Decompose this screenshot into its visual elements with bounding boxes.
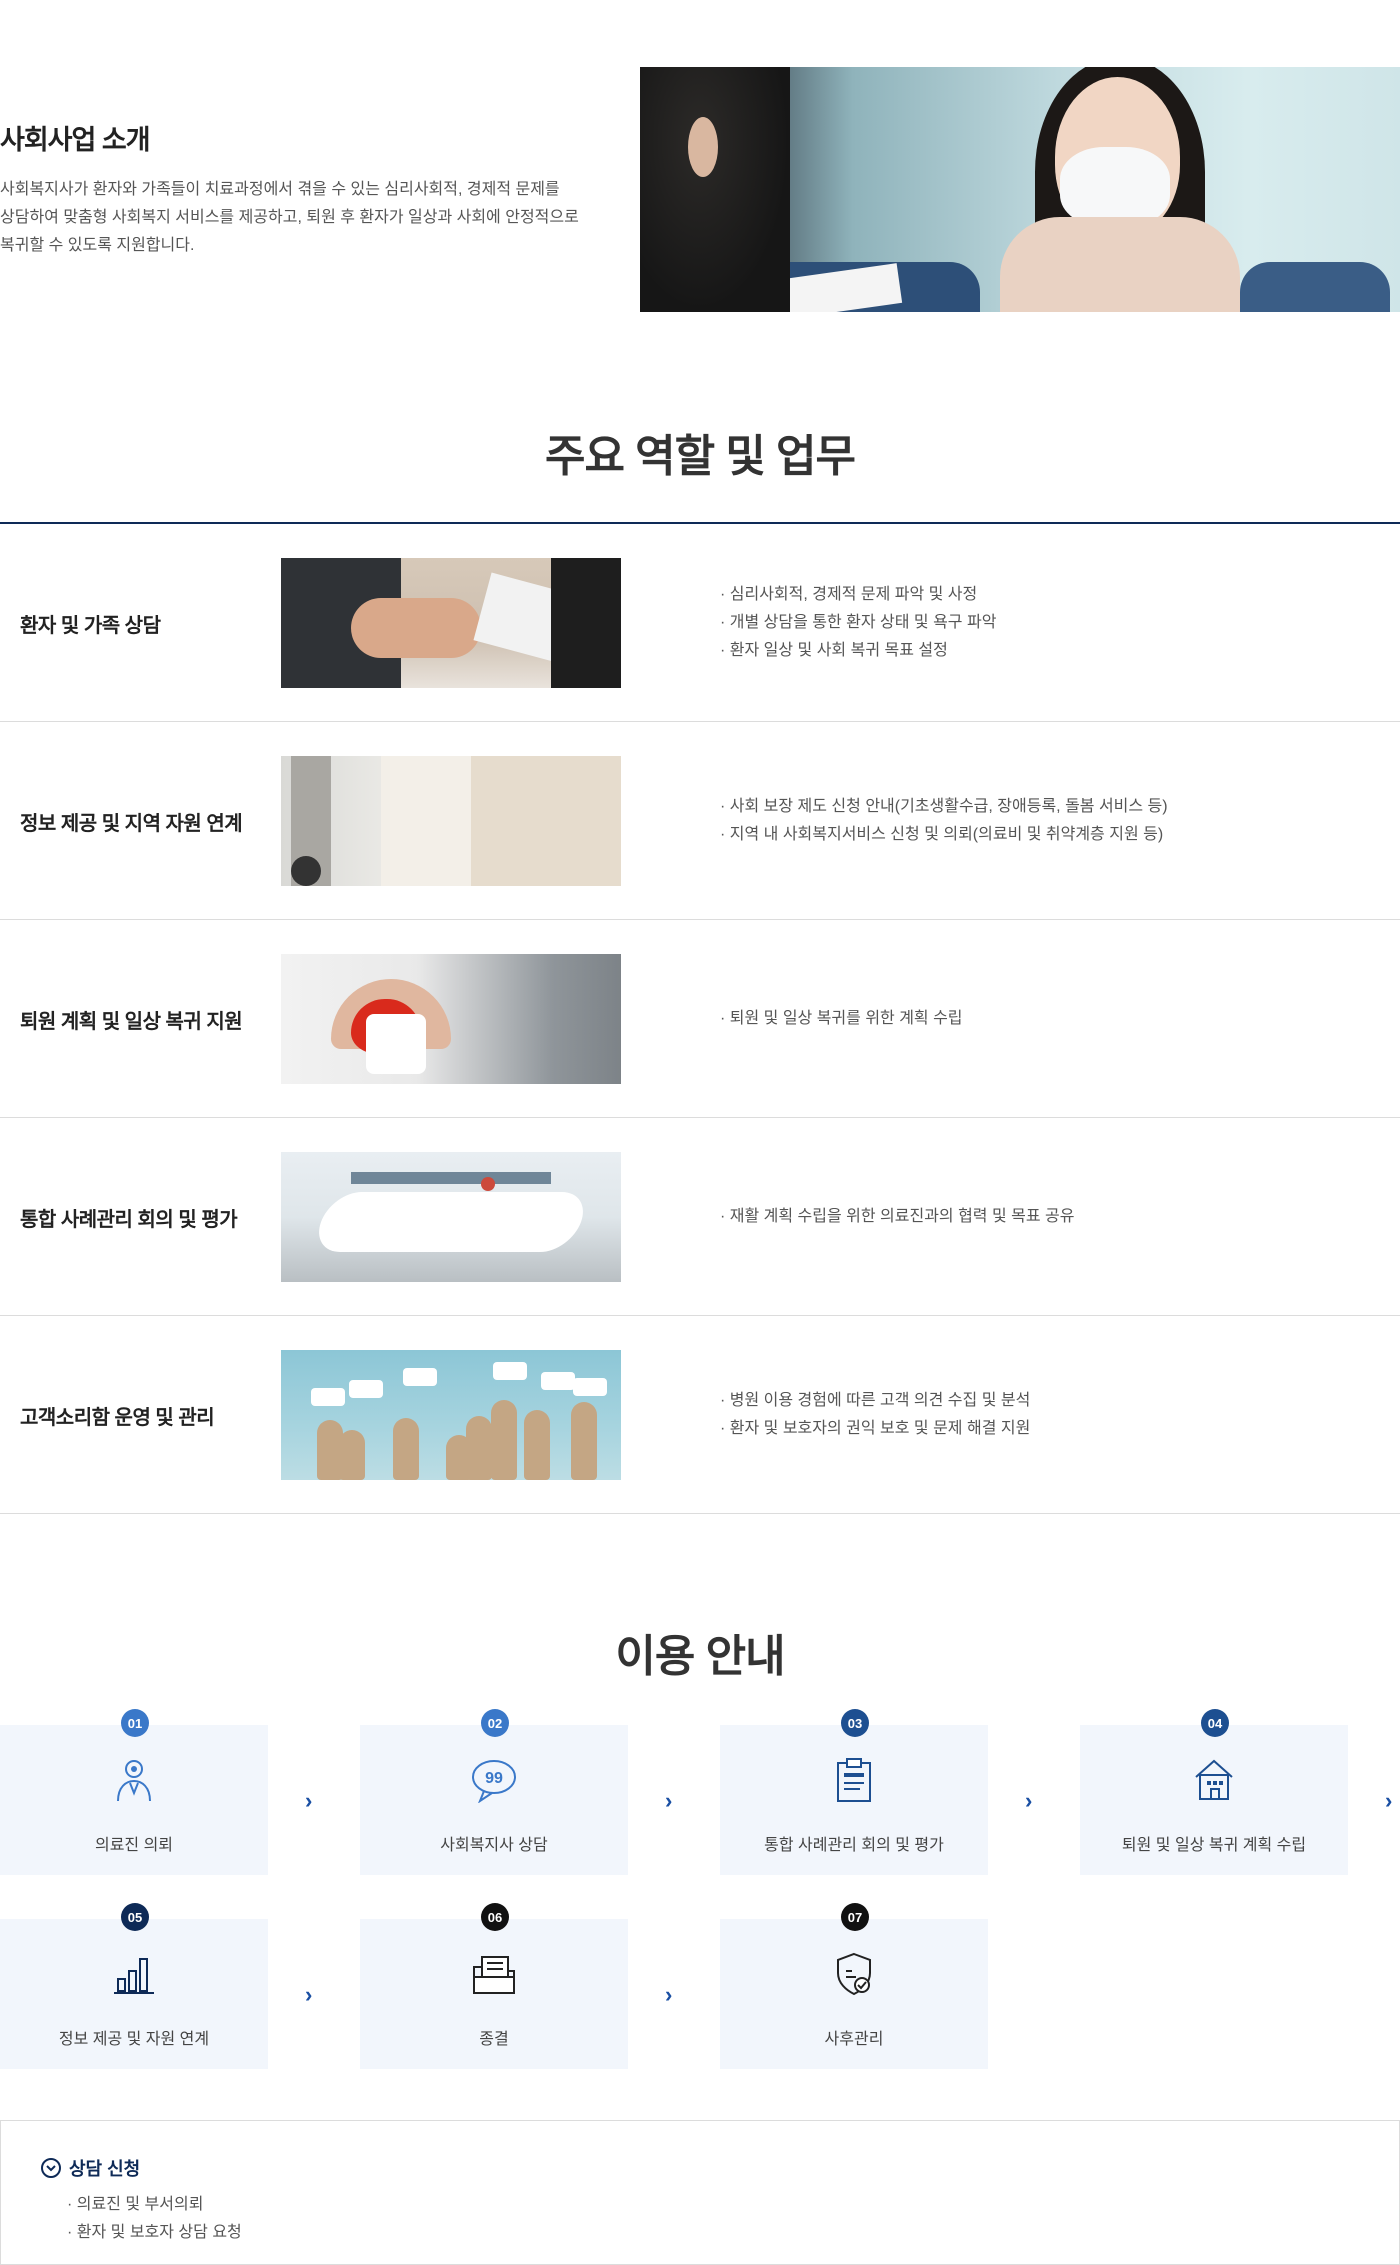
- consult-panel: 상담 신청 · 의료진 및 부서의뢰 · 환자 및 보호자 상담 요청: [0, 2120, 1400, 2265]
- role-bullets: · 퇴원 및 일상 복귀를 위한 계획 수립: [720, 920, 963, 1118]
- role-bullets: · 사회 보장 제도 신청 안내(기초생활수급, 장애등록, 돌봄 서비스 등)…: [720, 722, 1168, 920]
- role-row: 환자 및 가족 상담 · 심리사회적, 경제적 문제 파악 및 사정 · 개별 …: [0, 524, 1400, 722]
- chevron-right-icon: ›: [665, 1788, 673, 1813]
- step-card: 01 의료진 의뢰: [0, 1709, 268, 1875]
- speech-bubble-icon: 99: [472, 1760, 516, 1803]
- step-label: 통합 사례관리 회의 및 평가: [764, 1837, 944, 1854]
- role-title: 환자 및 가족 상담: [20, 614, 161, 637]
- step-number-badge: 07: [841, 1903, 869, 1931]
- role-bullet: · 심리사회적, 경제적 문제 파악 및 사정: [720, 586, 978, 603]
- role-row: 정보 제공 및 지역 자원 연계 · 사회 보장 제도 신청 안내(기초생활수급…: [0, 722, 1400, 920]
- role-bullet: · 개별 상담을 통한 환자 상태 및 욕구 파악: [720, 614, 997, 631]
- step-card: 03 통합 사례관리 회의 및 평가: [720, 1709, 988, 1875]
- chevron-right-icon: ›: [1025, 1788, 1033, 1813]
- step-card: 02 99 사회복지사 상담: [360, 1709, 628, 1875]
- roles-heading: 주요 역할 및 업무: [544, 432, 856, 481]
- step-card: 04 퇴원 및 일상 복귀 계획 수립: [1080, 1709, 1348, 1875]
- intro-section: 사회사업 소개 사회복지사가 환자와 가족들이 치료과정에서 겪을 수 있는 심…: [0, 0, 1400, 330]
- role-bullet: · 환자 일상 및 사회 복귀 목표 설정: [720, 642, 948, 659]
- folder-icon: [473, 1956, 515, 1994]
- step-number-badge: 06: [481, 1903, 509, 1931]
- role-bullet: · 병원 이용 경험에 따른 고객 의견 수집 및 분석: [720, 1392, 1031, 1409]
- role-bullet: · 환자 및 보호자의 권익 보호 및 문제 해결 지원: [720, 1420, 1031, 1437]
- role-title: 퇴원 계획 및 일상 복귀 지원: [20, 1010, 243, 1033]
- role-bullets: · 병원 이용 경험에 따른 고객 의견 수집 및 분석 · 환자 및 보호자의…: [720, 1316, 1030, 1514]
- chevron-right-icon: ›: [1385, 1788, 1393, 1813]
- usage-heading: 이용 안내: [615, 1632, 785, 1681]
- consult-item: · 환자 및 보호자 상담 요청: [67, 2224, 242, 2241]
- doctor-icon: [117, 1760, 151, 1802]
- clipboard-icon: [837, 1758, 871, 1802]
- consult-toggle[interactable]: 상담 신청: [41, 2155, 140, 2181]
- step-number-badge: 04: [1201, 1709, 1229, 1737]
- role-bullet: · 지역 내 사회복지서비스 신청 및 의뢰(의료비 및 취약계층 지원 등): [720, 826, 1164, 843]
- intro-description: 사회복지사가 환자와 가족들이 치료과정에서 겪을 수 있는 심리사회적, 경제…: [0, 176, 600, 260]
- intro-desc-line: 사회복지사가 환자와 가족들이 치료과정에서 겪을 수 있는 심리사회적, 경제…: [0, 181, 560, 198]
- chevron-right-icon: ›: [665, 1982, 673, 2007]
- role-bullets: · 재활 계획 수립을 위한 의료진과의 협력 및 목표 공유: [720, 1118, 1074, 1316]
- bar-chart-icon: [114, 1958, 154, 1994]
- step-number-badge: 02: [481, 1709, 509, 1737]
- step-card: 05 정보 제공 및 자원 연계: [0, 1903, 268, 2069]
- step-label: 의료진 의뢰: [94, 1837, 174, 1854]
- role-row: 고객소리함 운영 및 관리 · 병원 이용 경험에 따른 고객 의견 수집 및 …: [0, 1316, 1400, 1514]
- role-photo-consultation: [281, 558, 621, 688]
- role-photo-meeting-room: [281, 1152, 621, 1282]
- step-number-badge: 05: [121, 1903, 149, 1931]
- role-title: 정보 제공 및 지역 자원 연계: [20, 812, 243, 835]
- consult-title: 상담 신청: [69, 2159, 141, 2179]
- chevron-right-icon: ›: [305, 1788, 313, 1813]
- step-label: 사후관리: [824, 2031, 884, 2048]
- intro-desc-line: 상담하여 맞춤형 사회복지 서비스를 제공하고, 퇴원 후 환자가 일상과 사회…: [0, 209, 579, 226]
- step-label: 종결: [479, 2031, 509, 2048]
- step-number-badge: 03: [841, 1709, 869, 1737]
- step-card: 06 종결: [360, 1903, 628, 2069]
- role-bullet: · 퇴원 및 일상 복귀를 위한 계획 수립: [720, 1010, 963, 1027]
- role-row: 퇴원 계획 및 일상 복귀 지원 · 퇴원 및 일상 복귀를 위한 계획 수립: [0, 920, 1400, 1118]
- intro-desc-line: 복귀할 수 있도록 지원합니다.: [0, 237, 195, 254]
- role-photo-family-care: [281, 954, 621, 1084]
- svg-text:99: 99: [485, 1770, 503, 1787]
- step-label: 정보 제공 및 자원 연계: [58, 2031, 210, 2048]
- step-card: 07 사후관리: [720, 1903, 988, 2069]
- step-label: 퇴원 및 일상 복귀 계획 수립: [1121, 1837, 1307, 1854]
- step-label: 사회복지사 상담: [440, 1837, 548, 1854]
- role-bullet: · 재활 계획 수립을 위한 의료진과의 협력 및 목표 공유: [720, 1208, 1075, 1225]
- chevron-down-icon: [41, 2158, 61, 2178]
- shield-check-icon: [837, 1952, 871, 1996]
- role-bullet: · 사회 보장 제도 신청 안내(기초생활수급, 장애등록, 돌봄 서비스 등): [720, 798, 1168, 815]
- intro-title: 사회사업 소개: [0, 125, 151, 155]
- chevron-right-icon: ›: [305, 1982, 313, 2007]
- role-bullets: · 심리사회적, 경제적 문제 파악 및 사정 · 개별 상담을 통한 환자 상…: [720, 524, 996, 722]
- role-row: 통합 사례관리 회의 및 평가 · 재활 계획 수립을 위한 의료진과의 협력 …: [0, 1118, 1400, 1316]
- consult-list: · 의료진 및 부서의뢰 · 환자 및 보호자 상담 요청: [67, 2191, 242, 2247]
- role-photo-customer-voice: [281, 1350, 621, 1480]
- consult-item: · 의료진 및 부서의뢰: [67, 2196, 204, 2213]
- role-title: 고객소리함 운영 및 관리: [20, 1406, 215, 1429]
- step-number-badge: 01: [121, 1709, 149, 1737]
- role-title: 통합 사례관리 회의 및 평가: [20, 1208, 238, 1231]
- intro-photo-counseling: [640, 67, 1400, 312]
- role-photo-support: [281, 756, 621, 886]
- house-icon: [1195, 1759, 1233, 1800]
